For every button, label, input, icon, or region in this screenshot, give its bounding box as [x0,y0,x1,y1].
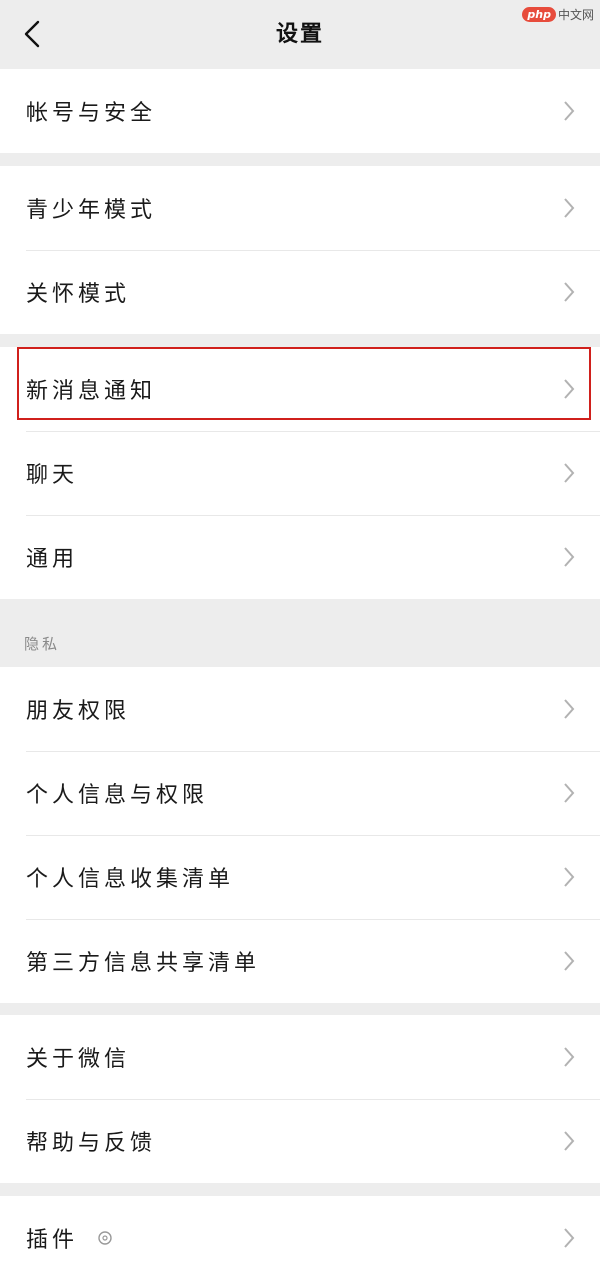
chevron-right-icon [564,282,575,302]
settings-item-label: 帮助与反馈 [26,1131,157,1156]
chevron-right-icon [564,699,575,719]
settings-group-plugins: 插件 [0,1196,600,1280]
php-logo: php [522,7,556,22]
chevron-right-icon [564,379,575,399]
settings-item-friend-permissions[interactable]: 朋友权限 [0,667,600,751]
chevron-right-icon [564,867,575,887]
settings-group-about: 关于微信 帮助与反馈 [0,1015,600,1183]
settings-item-label: 第三方信息共享清单 [26,951,261,976]
settings-item-label: 个人信息与权限 [26,783,209,808]
page-title: 设置 [275,22,324,47]
settings-item-plugins[interactable]: 插件 [0,1196,600,1280]
settings-item-third-party-sharing[interactable]: 第三方信息共享清单 [0,919,600,1003]
settings-item-label: 青少年模式 [26,198,157,223]
settings-item-new-message-notification[interactable]: 新消息通知 [0,347,600,431]
settings-group-privacy: 朋友权限 个人信息与权限 个人信息收集清单 第三方信息共享清单 [0,667,600,1003]
settings-item-label: 关怀模式 [26,282,131,307]
site-watermark: php 中文网 [522,6,594,23]
navigation-bar: 设置 php 中文网 [0,0,600,68]
settings-item-label: 个人信息收集清单 [26,867,235,892]
settings-group-general: 新消息通知 聊天 通用 [0,347,600,599]
settings-group-account: 帐号与安全 [0,69,600,153]
chevron-right-icon [564,783,575,803]
settings-item-teen-mode[interactable]: 青少年模式 [0,166,600,250]
chevron-right-icon [564,547,575,567]
chevron-right-icon [564,951,575,971]
watermark-text: 中文网 [557,8,594,22]
settings-item-personal-info-collection[interactable]: 个人信息收集清单 [0,835,600,919]
chevron-right-icon [564,463,575,483]
settings-item-care-mode[interactable]: 关怀模式 [0,250,600,334]
chevron-right-icon [564,101,575,121]
settings-item-personal-info-permissions[interactable]: 个人信息与权限 [0,751,600,835]
settings-item-label: 帐号与安全 [26,101,157,126]
settings-item-label: 插件 [26,1228,79,1253]
settings-item-general[interactable]: 通用 [0,515,600,599]
settings-item-account-security[interactable]: 帐号与安全 [0,69,600,153]
settings-item-label: 通用 [26,547,79,572]
chevron-right-icon [564,198,575,218]
chevron-right-icon [564,1228,575,1248]
section-label-privacy: 隐私 [24,635,61,653]
settings-item-label: 关于微信 [26,1047,131,1072]
chevron-right-icon [564,1131,575,1151]
chevron-right-icon [564,1047,575,1067]
settings-item-label: 聊天 [26,463,79,488]
settings-item-label: 新消息通知 [26,379,157,404]
plugin-gear-icon [98,1231,112,1245]
settings-item-about-wechat[interactable]: 关于微信 [0,1015,600,1099]
settings-item-help-feedback[interactable]: 帮助与反馈 [0,1099,600,1183]
settings-group-modes: 青少年模式 关怀模式 [0,166,600,334]
settings-item-label: 朋友权限 [26,699,131,724]
settings-item-chat[interactable]: 聊天 [0,431,600,515]
